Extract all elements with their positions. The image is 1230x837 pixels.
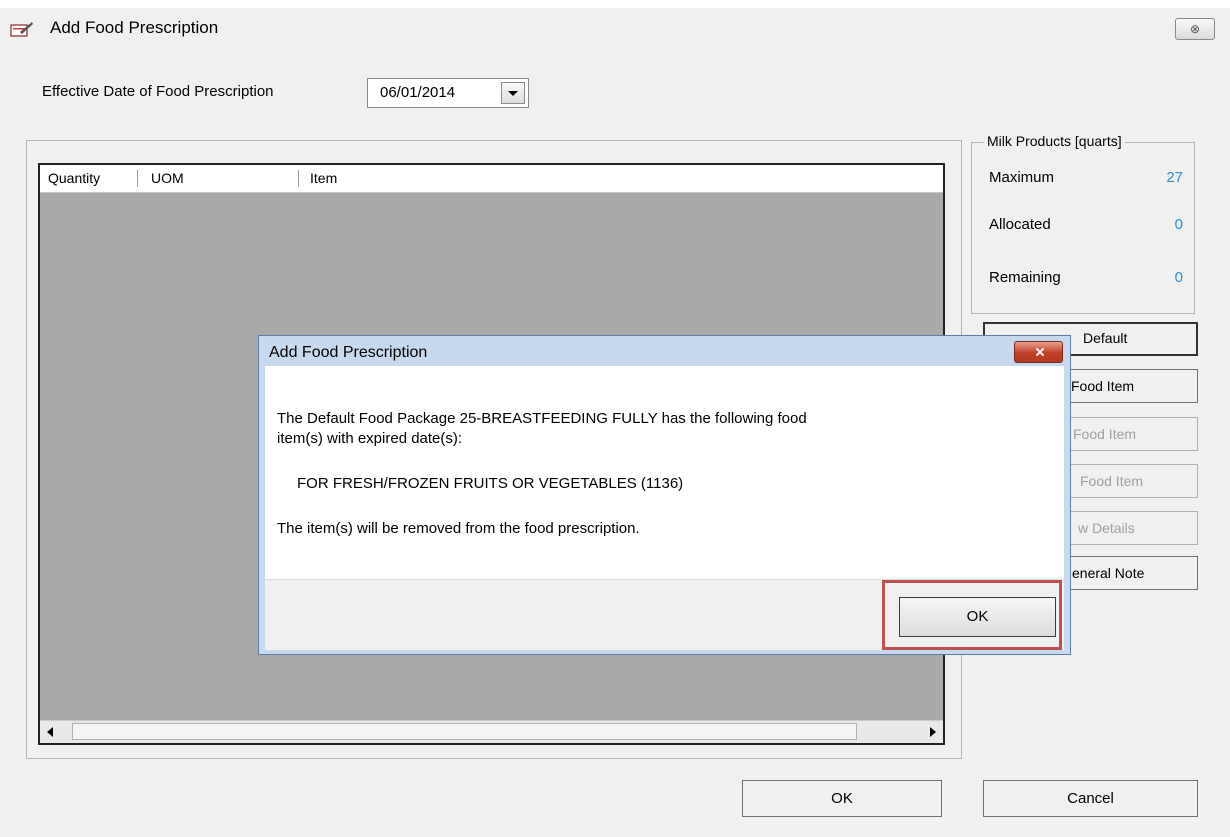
view-details-label: w Details: [1078, 520, 1135, 536]
milk-allocated-value: 0: [1174, 216, 1183, 233]
prescription-icon: [10, 22, 33, 37]
top-strip: [0, 0, 1230, 8]
effective-date-label: Effective Date of Food Prescription: [42, 83, 274, 100]
horizontal-scrollbar[interactable]: [40, 720, 943, 743]
dialog-title: Add Food Prescription: [269, 344, 428, 361]
scroll-right-icon[interactable]: [924, 723, 941, 740]
milk-products-title: Milk Products [quarts]: [984, 133, 1125, 149]
column-header-uom[interactable]: UOM: [151, 170, 184, 186]
column-separator: [298, 170, 299, 187]
dialog-message-line1: The Default Food Package 25-BREASTFEEDIN…: [277, 410, 807, 427]
dialog-close-icon[interactable]: [1014, 341, 1063, 363]
dialog-body: The Default Food Package 25-BREASTFEEDIN…: [265, 366, 1064, 579]
milk-allocated-label: Allocated: [989, 216, 1051, 233]
milk-maximum-value: 27: [1166, 169, 1183, 186]
dialog-ok-button[interactable]: OK: [899, 597, 1056, 637]
milk-remaining-label: Remaining: [989, 269, 1061, 286]
general-note-label: eneral Note: [1072, 565, 1145, 581]
dialog-message-line3: The item(s) will be removed from the foo…: [277, 520, 640, 537]
column-separator: [137, 170, 138, 187]
column-header-quantity[interactable]: Quantity: [48, 170, 100, 186]
default-button-label: Default: [1083, 330, 1128, 346]
milk-maximum-label: Maximum: [989, 169, 1055, 186]
remove-food-item-label: Food Item: [1080, 473, 1144, 489]
column-header-item[interactable]: Item: [310, 170, 337, 186]
effective-date-value: 06/01/2014: [380, 84, 456, 101]
title-bar: Add Food Prescription ⊗: [0, 8, 1230, 48]
milk-remaining-value: 0: [1174, 269, 1183, 286]
add-food-item-label: Food Item: [1071, 378, 1135, 394]
scrollbar-thumb[interactable]: [72, 723, 857, 740]
dialog-expired-item: FOR FRESH/FROZEN FRUITS OR VEGETABLES (1…: [297, 475, 684, 492]
edit-food-item-label: Food Item: [1073, 426, 1137, 442]
ok-button[interactable]: OK: [742, 780, 942, 817]
chevron-down-icon[interactable]: [501, 82, 525, 104]
effective-date-picker[interactable]: 06/01/2014: [367, 78, 529, 108]
window-title: Add Food Prescription: [50, 18, 219, 37]
cancel-button[interactable]: Cancel: [983, 780, 1198, 817]
dialog-message-line2: item(s) with expired date(s):: [277, 430, 463, 447]
grid-header: Quantity UOM Item: [40, 165, 943, 193]
scroll-left-icon[interactable]: [42, 723, 59, 740]
close-icon: ⊗: [1189, 22, 1201, 36]
window-close-button[interactable]: ⊗: [1175, 18, 1215, 40]
